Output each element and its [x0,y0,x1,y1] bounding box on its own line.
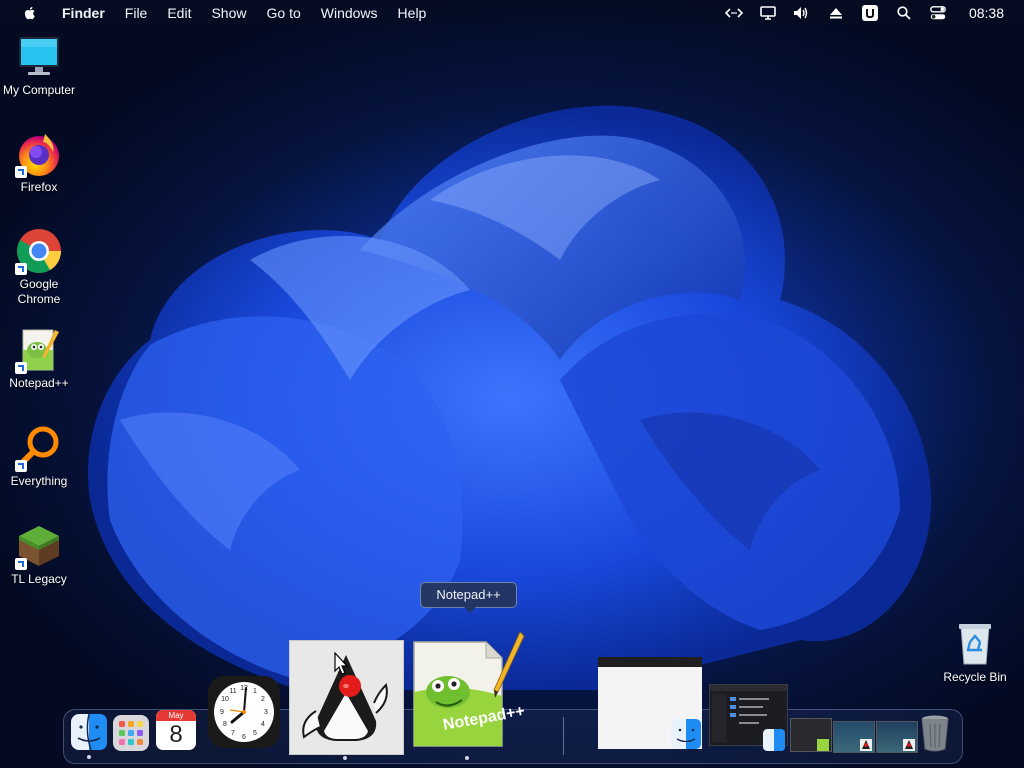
shortcut-arrow-icon [15,362,27,374]
desktop-icon-tl-legacy[interactable]: TL Legacy [0,522,78,587]
desktop-icon-notepadpp[interactable]: Notepad++ [0,326,78,391]
dock-running-indicator [465,756,469,760]
shortcut-arrow-icon [15,166,27,178]
code-icon[interactable] [724,5,743,21]
desktop-icon-chrome[interactable]: Google Chrome [0,227,78,307]
eject-icon[interactable] [827,5,845,21]
svg-text:8: 8 [223,721,227,728]
shortcut-arrow-icon [15,263,27,275]
desktop-icon-label: Everything [10,474,68,488]
svg-text:3: 3 [264,709,268,716]
menu-clock[interactable]: 08:38 [969,5,1004,21]
java-badge-icon [860,739,872,751]
menu-edit[interactable]: Edit [167,5,191,21]
dock-clock[interactable]: 12 1 2 3 4 5 6 7 8 9 10 11 [208,676,280,748]
menu-file[interactable]: File [125,5,148,21]
dock-running-indicator [343,756,347,760]
dock-window-thumb-4[interactable] [833,721,875,753]
desktop-icon-firefox[interactable]: Firefox [0,130,78,195]
finder-badge-icon [671,719,701,749]
desktop-icon-label: Firefox [20,180,58,194]
svg-text:1: 1 [253,688,257,695]
dock-separator [563,717,564,755]
dock-finder[interactable] [70,713,108,751]
volume-icon[interactable] [793,5,811,21]
menu-go-to[interactable]: Go to [267,5,301,21]
desktop-icon-everything[interactable]: Everything [0,424,78,489]
clock-icon: 12 1234567891011 [208,676,280,748]
svg-text:2: 2 [261,696,265,703]
notepadpp-badge-icon [817,739,829,751]
calendar-month: May [156,710,196,721]
svg-text:11: 11 [229,688,236,695]
shortcut-arrow-icon [15,558,27,570]
monitor-icon [15,33,63,81]
launchpad-icon [113,715,149,751]
minecraft-icon [15,522,63,570]
finder-badge-icon [763,729,785,751]
menu-app-name[interactable]: Finder [62,5,105,21]
display-icon[interactable] [759,5,777,21]
control-center-icon[interactable] [929,5,947,21]
desktop-icon-my-computer[interactable]: My Computer [0,33,78,98]
dock-tooltip: Notepad++ [420,582,517,613]
dock-launchpad[interactable] [113,715,149,751]
menu-windows[interactable]: Windows [321,5,378,21]
firefox-icon [15,130,63,178]
apple-menu-icon[interactable] [22,5,38,21]
desktop-icon-recycle-bin[interactable]: Recycle Bin [936,620,1014,685]
dock-running-indicator [87,755,91,759]
desktop-icon-label: My Computer [2,83,76,97]
menu-help[interactable]: Help [398,5,427,21]
svg-text:5: 5 [253,730,257,737]
calendar-icon: May 8 [156,710,196,750]
chrome-icon [15,227,63,275]
notepadpp-icon [15,326,63,374]
dock-calendar[interactable]: May 8 [156,710,196,750]
svg-text:7: 7 [231,730,235,737]
dock-window-thumb-2[interactable] [709,684,788,751]
java-badge-icon [903,739,915,751]
desktop-icon-label: Notepad++ [9,376,69,390]
menu-show[interactable]: Show [211,5,246,21]
dock-window-thumb-1[interactable] [598,657,702,749]
svg-text:10: 10 [221,696,229,703]
mouse-cursor [334,652,349,675]
search-icon[interactable] [895,5,913,21]
dock-window-thumb-3[interactable] [790,718,832,752]
recycle-bin-icon [951,620,999,668]
svg-text:9: 9 [220,709,224,716]
svg-text:6: 6 [242,734,246,741]
desktop-icon-label: Google Chrome [17,277,61,306]
dock-trash[interactable] [920,714,950,752]
trash-icon [921,715,949,752]
notepadpp-icon: Notepad++ [413,631,526,747]
u-badge-icon[interactable] [861,4,879,21]
dock-notepadpp[interactable]: Notepad++ [410,630,526,748]
calendar-day: 8 [169,721,183,748]
desktop-icon-label: Recycle Bin [943,670,1007,684]
shortcut-arrow-icon [15,460,27,472]
svg-text:4: 4 [261,721,265,728]
finder-icon [71,713,107,751]
dock-window-thumb-5[interactable] [876,721,918,753]
desktop-icon-label: TL Legacy [11,572,67,586]
everything-icon [15,424,63,472]
menu-bar: Finder File Edit Show Go to Windows Help… [0,0,1024,25]
